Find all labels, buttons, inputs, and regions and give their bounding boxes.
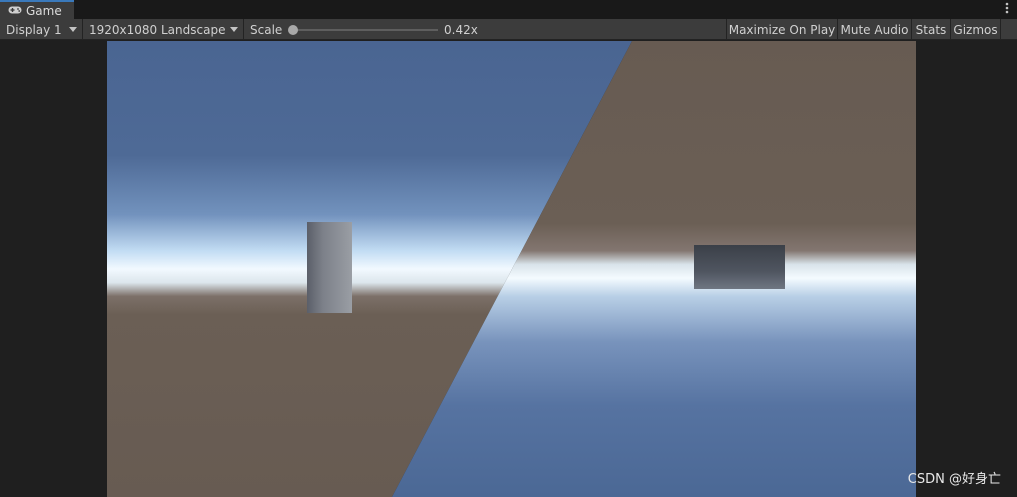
stats-button[interactable]: Stats [911,19,950,40]
chevron-down-icon [230,27,238,32]
stats-label: Stats [915,22,947,37]
tab-game[interactable]: Game [0,0,74,19]
display-dropdown[interactable]: Display 1 [0,19,83,40]
chevron-down-icon [69,27,77,32]
mute-audio-button[interactable]: Mute Audio [837,19,911,40]
tab-game-label: Game [26,3,62,18]
gizmos-button[interactable]: Gizmos [950,19,1000,40]
game-render [107,41,916,497]
gizmos-dropdown[interactable] [1000,19,1017,40]
scale-slider-handle[interactable] [288,25,298,35]
scale-slider-track[interactable] [293,29,438,31]
gizmos-label: Gizmos [953,22,998,37]
resolution-dropdown-label: 1920x1080 Landscape [89,22,226,37]
watermark-text: CSDN @好身亡 [907,472,1001,487]
scale-value: 0.42x [444,22,478,37]
mute-audio-label: Mute Audio [840,22,909,37]
game-toolbar: Display 1 1920x1080 Landscape Scale 0.42… [0,19,1017,40]
scale-label: Scale [250,22,283,37]
gamepad-icon [8,4,22,18]
maximize-on-play-button[interactable]: Maximize On Play [726,19,837,40]
display-dropdown-label: Display 1 [6,22,62,37]
resolution-dropdown[interactable]: 1920x1080 Landscape [83,19,244,40]
kebab-menu-icon[interactable] [1003,2,1011,17]
tab-bar: Game [0,0,1017,19]
cylinder-object [307,222,352,313]
box-object [694,245,785,289]
maximize-on-play-label: Maximize On Play [728,22,836,37]
game-viewport[interactable] [107,41,916,497]
